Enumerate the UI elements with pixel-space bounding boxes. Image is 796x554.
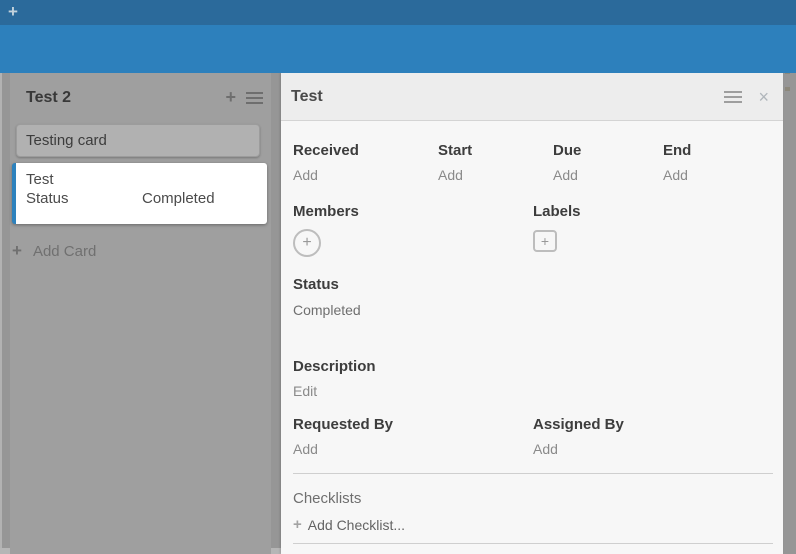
card-menu-icon[interactable] [724, 88, 742, 106]
minicard-custom-field: Status Completed [26, 189, 257, 208]
members-labels-row: Members + Labels + [293, 203, 773, 257]
add-label-button[interactable]: + [533, 230, 557, 252]
checklists-label: Checklists [293, 490, 773, 507]
board-canvas: Test 2 + Testing card Test Status Comple… [0, 73, 796, 554]
card-compose-input[interactable]: Testing card [16, 124, 260, 157]
card-compose-value: Testing card [26, 132, 107, 149]
add-checklist-label: Add Checklist... [308, 517, 405, 533]
requested-by-section: Requested By Add [293, 416, 533, 458]
labels-section: Labels + [533, 203, 773, 257]
clipped-content-mark [785, 73, 790, 74]
members-section: Members + [293, 203, 533, 257]
assigned-by-label: Assigned By [533, 416, 773, 433]
end-label: End [663, 142, 773, 159]
received-label: Received [293, 142, 438, 159]
plus-icon: + [541, 233, 549, 249]
plus-icon: + [293, 516, 302, 533]
description-label: Description [293, 358, 773, 375]
start-label: Start [438, 142, 553, 159]
labels-label: Labels [533, 203, 773, 220]
card-detail-panel: Test × Received Add Start Add Due [281, 73, 783, 554]
add-checklist-button[interactable]: + Add Checklist... [293, 516, 773, 533]
add-board-icon[interactable]: + [8, 2, 18, 22]
status-field-value[interactable]: Completed [293, 302, 773, 319]
list-add-card-icon[interactable]: + [225, 87, 236, 108]
app-header-bar: + [0, 0, 796, 25]
board-header-bar [0, 25, 796, 73]
received-add-link[interactable]: Add [293, 167, 438, 184]
start-date-section: Start Add [438, 142, 553, 184]
dates-row: Received Add Start Add Due Add End Add [293, 142, 773, 184]
assigned-by-section: Assigned By Add [533, 416, 773, 458]
start-add-link[interactable]: Add [438, 167, 553, 184]
board-left-edge [0, 73, 2, 554]
minicard-title: Test [26, 170, 257, 189]
list-menu-icon[interactable] [246, 89, 263, 107]
requested-by-label: Requested By [293, 416, 533, 433]
due-add-link[interactable]: Add [553, 167, 663, 184]
end-add-link[interactable]: Add [663, 167, 773, 184]
close-icon[interactable]: × [758, 88, 769, 106]
list-test-2: Test 2 + Testing card [10, 73, 271, 554]
status-field-label: Status [293, 276, 773, 293]
requested-by-add-link[interactable]: Add [293, 441, 533, 458]
wekan-app: + Test 2 + Testing card Test Status Comp… [0, 0, 796, 554]
section-divider [293, 473, 773, 474]
minicard-field-label: Status [26, 189, 142, 208]
add-member-button[interactable]: + [293, 229, 321, 257]
list-title: Test 2 [26, 89, 225, 107]
members-label: Members [293, 203, 533, 220]
add-card-label: Add Card [33, 243, 96, 260]
clipped-content-mark [785, 87, 790, 91]
plus-icon: + [302, 234, 311, 252]
minicard-field-value: Completed [142, 189, 215, 208]
card-detail-body: Received Add Start Add Due Add End Add [281, 142, 783, 544]
description-edit-link[interactable]: Edit [293, 383, 773, 400]
requested-assigned-row: Requested By Add Assigned By Add [293, 416, 773, 458]
end-date-section: End Add [663, 142, 773, 184]
minicard-test[interactable]: Test Status Completed [12, 163, 267, 224]
section-divider [293, 543, 773, 544]
card-detail-header: Test × [281, 73, 783, 121]
assigned-by-add-link[interactable]: Add [533, 441, 773, 458]
received-date-section: Received Add [293, 142, 438, 184]
plus-icon: + [12, 241, 22, 261]
due-date-section: Due Add [553, 142, 663, 184]
due-label: Due [553, 142, 663, 159]
add-card-button[interactable]: + Add Card [12, 241, 96, 261]
card-detail-title: Test [291, 88, 724, 106]
list-header: Test 2 + [10, 73, 271, 108]
